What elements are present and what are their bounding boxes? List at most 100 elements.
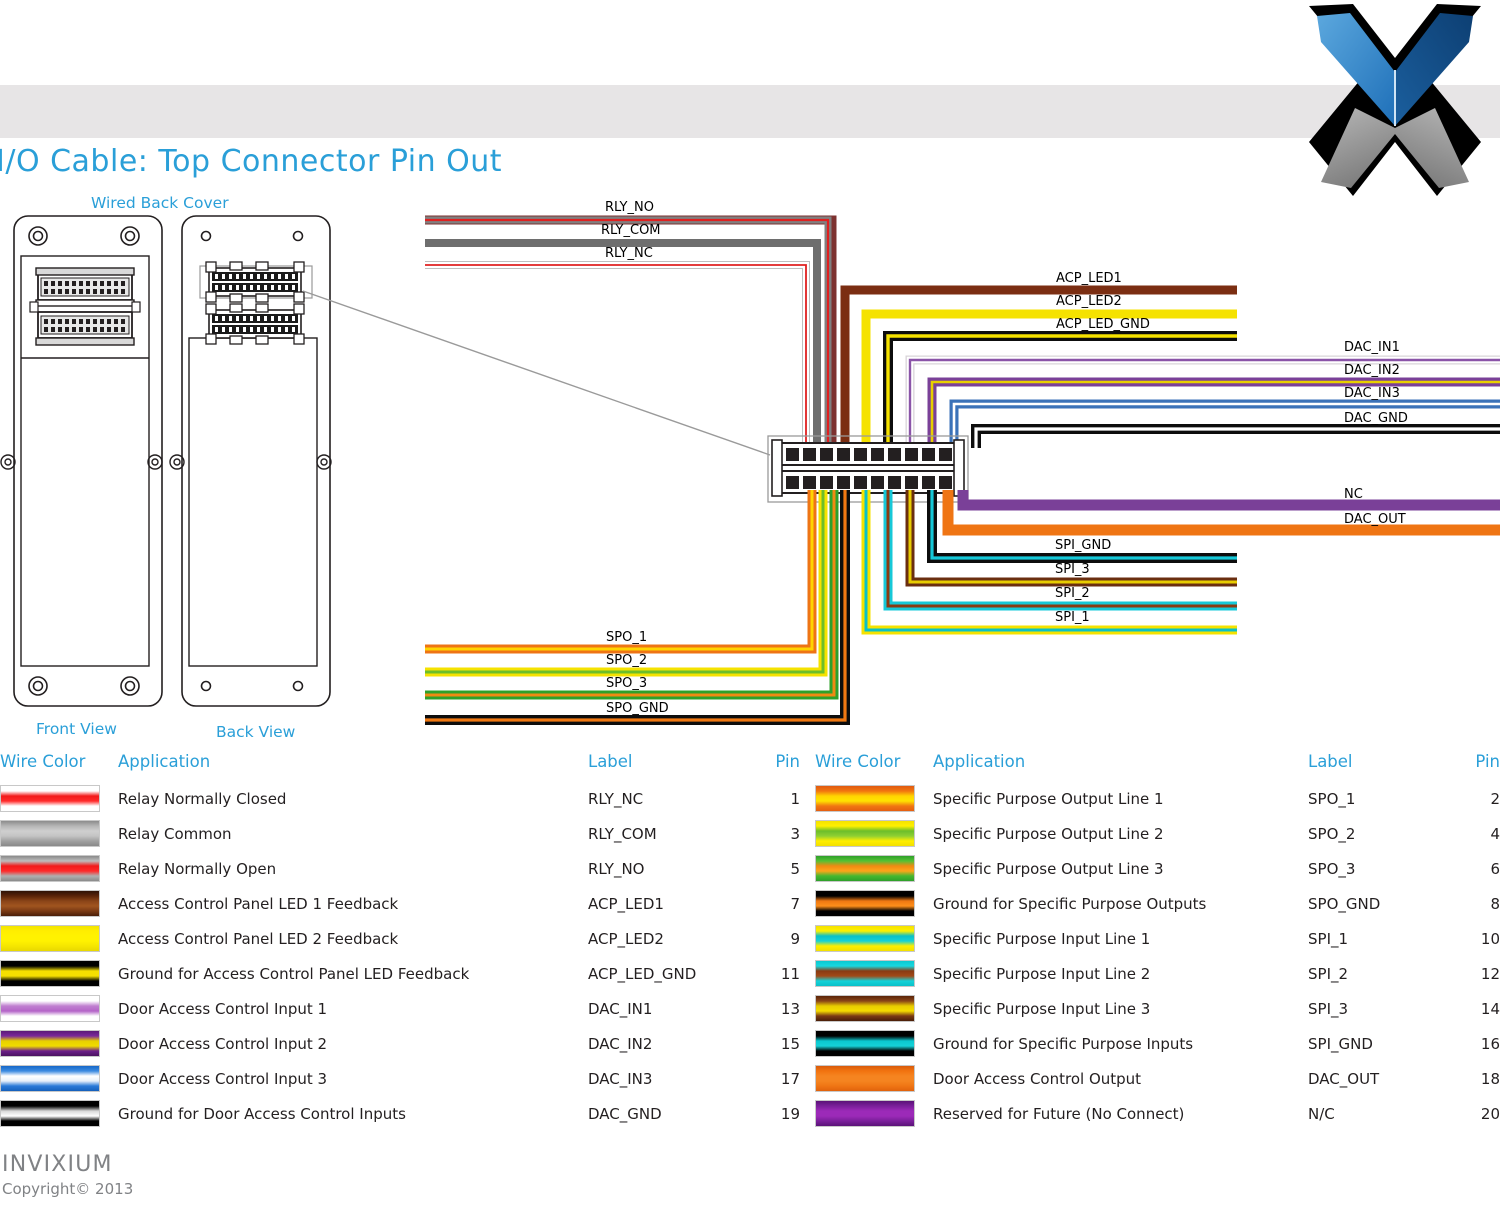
application-cell: Door Access Control Input 3 [118,1069,328,1088]
pinout-diagram: Wired Back Cover Front View Back View RL… [0,190,1500,750]
brand-name: INVIXIUM [2,1152,113,1177]
label-cell: ACP_LED1 [588,894,664,913]
wire-label-spi-3: SPI_3 [1055,562,1090,577]
even-pin-wires [425,490,1500,725]
wire-swatch-rly-com [0,820,100,847]
wire-swatch-dac-out [815,1065,915,1092]
label-cell: SPI_GND [1308,1034,1373,1053]
pin-cell: 13 [780,999,800,1018]
pin-cell: 1 [790,789,800,808]
header-wire-color-left: Wire Color [0,752,86,771]
application-cell: Ground for Specific Purpose Inputs [933,1034,1194,1053]
wire-label-dac-out: DAC_OUT [1344,512,1406,527]
table-row: Ground for Specific Purpose Inputs SPI_GN… [815,1026,1500,1061]
wire-label-spo-3: SPO_3 [606,676,648,691]
wire-swatch-spo-3 [815,855,915,882]
label-cell: SPI_2 [1308,964,1349,983]
pin-cell: 17 [780,1069,800,1088]
pin-cell: 7 [790,894,800,913]
wire-swatch-spo-2 [815,820,915,847]
label-cell: ACP_LED2 [588,929,664,948]
wire-swatch-spo-gnd [815,890,915,917]
wire-label-dac-gnd: DAC_GND [1344,411,1408,426]
table-row: Specific Purpose Input Line 2 SPI_2 12 [815,956,1500,991]
label-cell: SPO_GND [1308,894,1381,913]
wire-label-spo-2: SPO_2 [606,653,648,668]
header-band [0,85,1500,138]
wire-label-rly-com: RLY_COM [601,223,661,238]
wire-color-swatch [0,956,118,991]
label-cell: SPO_1 [1308,789,1356,808]
header-application-right: Application [933,752,1026,771]
application-cell: Access Control Panel LED 1 Feedback [118,894,399,913]
table-row: Door Access Control Input 1 DAC_IN1 13 [0,991,800,1026]
application-cell: Ground for Access Control Panel LED Feed… [118,964,470,983]
application-cell: Specific Purpose Input Line 2 [933,964,1151,983]
application-cell: Specific Purpose Input Line 1 [933,929,1151,948]
application-cell: Specific Purpose Input Line 3 [933,999,1151,1018]
wire-color-swatch [815,921,933,956]
wire-color-swatch [0,1026,118,1061]
wire-swatch-acp-led2 [0,925,100,952]
table-row: Door Access Control Input 3 DAC_IN3 17 [0,1061,800,1096]
label-cell: RLY_COM [588,824,657,843]
wire-color-swatch [815,1026,933,1061]
wire-swatch-acp-led1 [0,890,100,917]
wire-swatch-dac-in2 [0,1030,100,1057]
application-cell: Relay Normally Closed [118,789,287,808]
table-row: Specific Purpose Output Line 1 SPO_1 2 [815,781,1500,816]
table-row: Specific Purpose Input Line 3 SPI_3 14 [815,991,1500,1026]
wire-swatch-dac-gnd [0,1100,100,1127]
application-cell: Ground for Specific Purpose Outputs [933,894,1207,913]
application-cell: Door Access Control Output [933,1069,1142,1088]
wire-swatch-n-c [815,1100,915,1127]
table-row: Ground for Door Access Control Inputs DAC… [0,1096,800,1131]
wire-label-dac-in3: DAC_IN3 [1344,386,1400,401]
wire-color-swatch [815,851,933,886]
label-cell: DAC_IN2 [588,1034,653,1053]
application-cell: Specific Purpose Output Line 3 [933,859,1164,878]
table-row: Reserved for Future (No Connect) N/C 20 [815,1096,1500,1131]
wire-color-swatch [0,781,118,816]
pin-cell: 16 [1480,1034,1500,1053]
pin-cell: 14 [1480,999,1500,1018]
application-cell: Reserved for Future (No Connect) [933,1104,1185,1123]
table-row: Access Control Panel LED 1 Feedback ACP_L… [0,886,800,921]
pin-cell: 6 [1490,859,1500,878]
wire-swatch-spi-3 [815,995,915,1022]
invixium-x-logo [1309,4,1481,196]
wire-color-swatch [815,886,933,921]
wire-color-swatch [0,851,118,886]
application-cell: Access Control Panel LED 2 Feedback [118,929,399,948]
table-row: Relay Common RLY_COM 3 [0,816,800,851]
pin-cell: 20 [1480,1104,1500,1123]
label-cell: SPO_2 [1308,824,1356,843]
label-cell: SPI_3 [1308,999,1349,1018]
wire-swatch-spi-2 [815,960,915,987]
wire-color-swatch [815,781,933,816]
table-row: Specific Purpose Output Line 3 SPO_3 6 [815,851,1500,886]
wire-label-spi-gnd: SPI_GND [1055,538,1112,553]
header-wire-color-right: Wire Color [815,752,901,771]
wire-label-spi-1: SPI_1 [1055,610,1090,625]
wire-label-rly-no: RLY_NO [605,200,654,215]
wire-swatch-spo-1 [815,785,915,812]
label-cell: N/C [1308,1104,1335,1123]
header-pin-left: Pin [775,752,800,771]
harness-svg [0,215,1500,725]
wire-color-swatch [815,956,933,991]
wire-label-spo-gnd: SPO_GND [606,701,669,716]
pin-cell: 9 [790,929,800,948]
wire-label-rly-nc: RLY_NC [605,246,653,261]
wire-swatch-acp-led-gnd [0,960,100,987]
pin-cell: 8 [1490,894,1500,913]
wire-color-swatch [0,1061,118,1096]
back-view-label: Back View [216,723,296,741]
application-cell: Relay Common [118,824,232,843]
wire-color-swatch [0,816,118,851]
back-view-device [169,215,771,707]
wire-color-swatch [815,1096,933,1131]
pin-cell: 5 [790,859,800,878]
application-cell: Specific Purpose Output Line 1 [933,789,1164,808]
wire-label-spo-1: SPO_1 [606,630,648,645]
